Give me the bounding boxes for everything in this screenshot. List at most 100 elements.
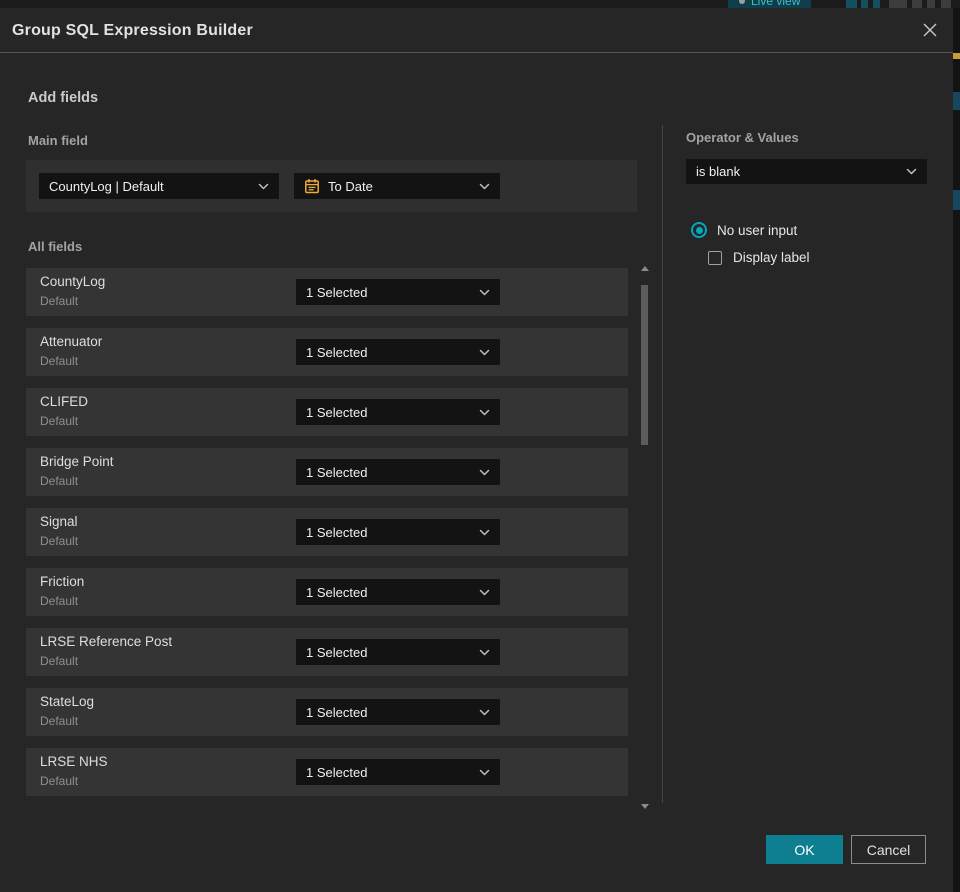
toolbar-fragment-icon (941, 0, 951, 8)
dialog-header: Group SQL Expression Builder (0, 8, 953, 53)
field-row-selection-value: 1 Selected (306, 704, 368, 720)
radio-selected-icon (691, 222, 707, 238)
display-label-checkbox[interactable]: Display label (708, 250, 810, 265)
field-row-subtitle: Default (40, 714, 79, 728)
no-user-input-radio[interactable]: No user input (691, 222, 797, 238)
field-row-subtitle: Default (40, 294, 79, 308)
field-type-select[interactable]: To Date (294, 173, 500, 199)
field-row-selection-select[interactable]: 1 Selected (296, 279, 500, 305)
field-row-name: LRSE NHS (40, 754, 108, 769)
field-row-subtitle: Default (40, 414, 79, 428)
add-fields-heading: Add fields (28, 90, 99, 106)
field-row-subtitle: Default (40, 594, 79, 608)
toolbar-fragment-icon (861, 0, 868, 8)
all-fields-list: CountyLog Default 1 Selected Attenuator … (26, 268, 628, 808)
scrollbar-up-arrow[interactable] (640, 264, 649, 272)
main-field-panel: CountyLog | Default To Date (26, 160, 637, 212)
chevron-down-icon (898, 168, 917, 175)
field-row: LRSE Reference Post Default 1 Selected (26, 628, 628, 676)
toolbar-fragment-icon (889, 0, 907, 8)
chevron-down-icon (471, 769, 490, 776)
field-row-selection-select[interactable]: 1 Selected (296, 639, 500, 665)
operator-values-panel: Operator & Values is blank No user input… (686, 130, 927, 265)
toolbar-fragment-icon (912, 0, 922, 8)
field-row: Friction Default 1 Selected (26, 568, 628, 616)
field-row-selection-select[interactable]: 1 Selected (296, 339, 500, 365)
field-row-selection-value: 1 Selected (306, 404, 368, 420)
field-row-subtitle: Default (40, 474, 79, 488)
panel-divider (662, 125, 663, 803)
chevron-down-icon (471, 709, 490, 716)
field-row-selection-value: 1 Selected (306, 764, 368, 780)
toolbar-fragment-icon (846, 0, 857, 8)
chevron-down-icon (471, 289, 490, 296)
field-row-selection-select[interactable]: 1 Selected (296, 459, 500, 485)
field-row-subtitle: Default (40, 774, 79, 788)
field-row-name: CountyLog (40, 274, 106, 289)
field-row: LRSE NHS Default 1 Selected (26, 748, 628, 796)
scrollbar-thumb[interactable] (641, 285, 648, 445)
checkbox-unchecked-icon (708, 250, 722, 265)
field-row: CLIFED Default 1 Selected (26, 388, 628, 436)
toolbar-fragment-icon (927, 0, 935, 8)
field-row: StateLog Default 1 Selected (26, 688, 628, 736)
dialog-title: Group SQL Expression Builder (12, 22, 253, 39)
chevron-down-icon (250, 183, 269, 190)
field-type-select-value: To Date (328, 178, 373, 194)
field-row-selection-select[interactable]: 1 Selected (296, 699, 500, 725)
field-row: Attenuator Default 1 Selected (26, 328, 628, 376)
toolbar-fragment-icon (873, 0, 880, 8)
field-row-selection-value: 1 Selected (306, 464, 368, 480)
field-row: Bridge Point Default 1 Selected (26, 448, 628, 496)
field-row-subtitle: Default (40, 534, 79, 548)
all-fields-label: All fields (28, 239, 83, 254)
main-field-select[interactable]: CountyLog | Default (39, 173, 279, 199)
field-row-name: LRSE Reference Post (40, 634, 173, 649)
fields-scrollbar (640, 264, 649, 810)
field-row: Signal Default 1 Selected (26, 508, 628, 556)
background-right-strip (953, 8, 960, 892)
group-sql-expression-builder-dialog: Group SQL Expression Builder Add fields … (0, 8, 953, 892)
cancel-button[interactable]: Cancel (851, 835, 926, 864)
display-label-text: Display label (733, 250, 810, 265)
field-row-name: Bridge Point (40, 454, 114, 469)
live-view-button: Live view (728, 0, 812, 8)
operator-select-value: is blank (696, 164, 741, 179)
field-row-selection-value: 1 Selected (306, 524, 368, 540)
chevron-down-icon (471, 649, 490, 656)
field-row-name: Friction (40, 574, 85, 589)
main-field-select-value: CountyLog | Default (49, 178, 164, 194)
field-row-name: StateLog (40, 694, 95, 709)
background-fragment (953, 53, 960, 59)
chevron-down-icon (471, 183, 490, 190)
no-user-input-label: No user input (717, 222, 798, 238)
chevron-down-icon (471, 589, 490, 596)
background-top-bar: Live view (0, 0, 960, 8)
field-row-selection-value: 1 Selected (306, 584, 368, 600)
field-row-name: CLIFED (40, 394, 89, 409)
operator-select[interactable]: is blank (686, 159, 927, 184)
field-row-selection-select[interactable]: 1 Selected (296, 759, 500, 785)
chevron-down-icon (471, 529, 490, 536)
field-row-subtitle: Default (40, 654, 79, 668)
ok-button[interactable]: OK (766, 835, 843, 864)
field-row-name: Attenuator (40, 334, 103, 349)
operator-values-label: Operator & Values (686, 130, 799, 145)
field-row-name: Signal (40, 514, 78, 529)
field-row-selection-select[interactable]: 1 Selected (296, 519, 500, 545)
field-row-selection-select[interactable]: 1 Selected (296, 579, 500, 605)
close-icon[interactable] (920, 20, 940, 40)
chevron-down-icon (471, 349, 490, 356)
main-field-label: Main field (28, 133, 88, 148)
live-view-label: Live view (751, 0, 801, 8)
field-row-subtitle: Default (40, 354, 79, 368)
calendar-icon (304, 178, 320, 194)
field-row-selection-value: 1 Selected (306, 644, 368, 660)
field-row-selection-value: 1 Selected (306, 344, 368, 360)
field-row-selection-select[interactable]: 1 Selected (296, 399, 500, 425)
chevron-down-icon (471, 469, 490, 476)
field-row-selection-value: 1 Selected (306, 284, 368, 300)
background-fragment (953, 190, 960, 210)
scrollbar-down-arrow[interactable] (640, 802, 649, 810)
live-view-dot-icon (739, 0, 745, 4)
